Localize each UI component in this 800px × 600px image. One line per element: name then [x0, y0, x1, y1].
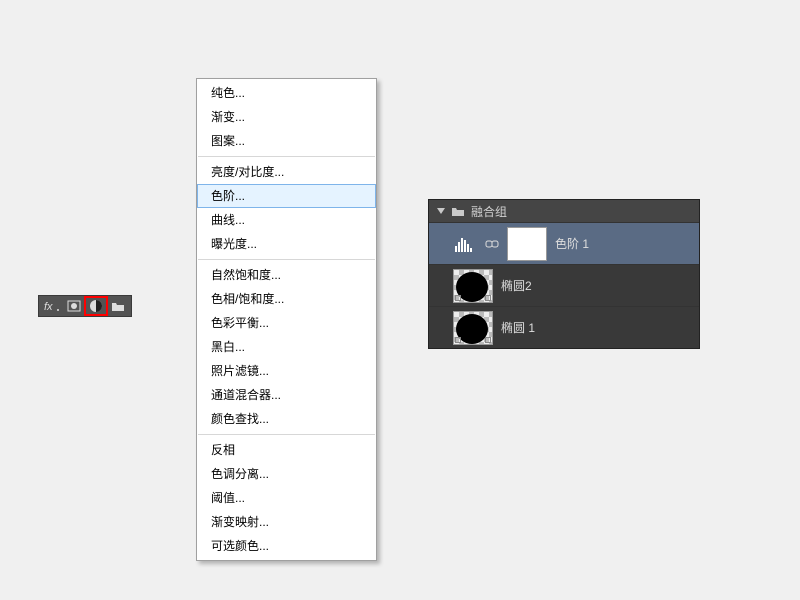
- layers-toolbar: fx: [38, 295, 132, 317]
- menu-item[interactable]: 色调分离...: [197, 462, 376, 486]
- layers-panel: 融合组 色阶 1 椭圆2 椭圆 1: [428, 199, 700, 349]
- menu-item[interactable]: 照片滤镜...: [197, 359, 376, 383]
- svg-text:fx: fx: [44, 301, 53, 312]
- menu-separator: [198, 156, 375, 157]
- layer-row[interactable]: 色阶 1: [429, 222, 699, 264]
- menu-item[interactable]: 渐变...: [197, 105, 376, 129]
- layer-mask-thumb: [507, 227, 547, 261]
- link-icon: [485, 237, 499, 251]
- chevron-down-icon: [437, 208, 445, 214]
- menu-item[interactable]: 自然饱和度...: [197, 263, 376, 287]
- menu-separator: [198, 259, 375, 260]
- layer-row[interactable]: 椭圆 1: [429, 306, 699, 348]
- layer-group-header[interactable]: 融合组: [429, 200, 699, 222]
- menu-item[interactable]: 通道混合器...: [197, 383, 376, 407]
- menu-item[interactable]: 曲线...: [197, 208, 376, 232]
- layer-name: 椭圆2: [501, 277, 532, 294]
- folder-icon: [451, 205, 465, 217]
- adjustment-layer-button[interactable]: [85, 297, 107, 315]
- menu-item[interactable]: 曝光度...: [197, 232, 376, 256]
- mask-button[interactable]: [63, 297, 85, 315]
- fx-button[interactable]: fx: [41, 297, 63, 315]
- menu-item[interactable]: 黑白...: [197, 335, 376, 359]
- layer-thumb: [453, 311, 493, 345]
- menu-item[interactable]: 色阶...: [197, 184, 376, 208]
- menu-item[interactable]: 渐变映射...: [197, 510, 376, 534]
- menu-item[interactable]: 反相: [197, 438, 376, 462]
- menu-item[interactable]: 颜色查找...: [197, 407, 376, 431]
- menu-item[interactable]: 亮度/对比度...: [197, 160, 376, 184]
- levels-icon: [453, 234, 477, 254]
- menu-item[interactable]: 阈值...: [197, 486, 376, 510]
- adjustment-menu: 纯色...渐变...图案... 亮度/对比度...色阶...曲线...曝光度...…: [196, 78, 377, 561]
- menu-item[interactable]: 图案...: [197, 129, 376, 153]
- layer-row[interactable]: 椭圆2: [429, 264, 699, 306]
- menu-item[interactable]: 可选颜色...: [197, 534, 376, 558]
- layer-group-name: 融合组: [471, 203, 507, 220]
- menu-item[interactable]: 纯色...: [197, 81, 376, 105]
- layer-name: 椭圆 1: [501, 319, 535, 336]
- menu-separator: [198, 434, 375, 435]
- folder-button[interactable]: [107, 297, 129, 315]
- layer-name: 色阶 1: [555, 235, 589, 252]
- menu-item[interactable]: 色相/饱和度...: [197, 287, 376, 311]
- menu-item[interactable]: 色彩平衡...: [197, 311, 376, 335]
- layer-thumb: [453, 269, 493, 303]
